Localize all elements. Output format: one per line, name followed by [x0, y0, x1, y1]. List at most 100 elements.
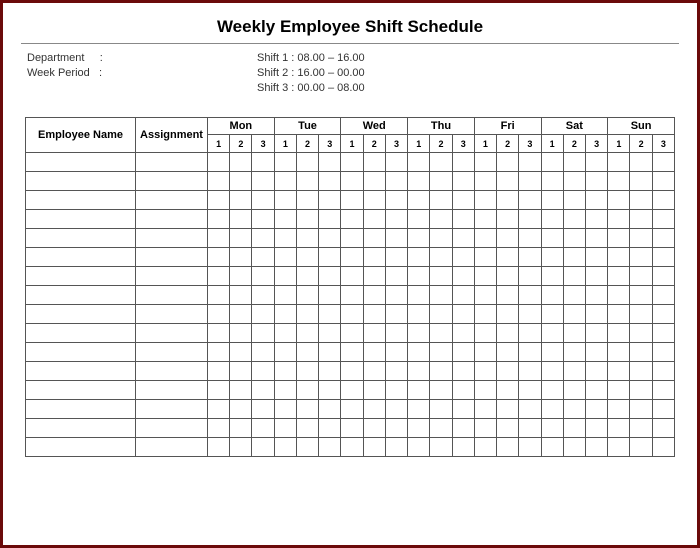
cell-shift[interactable] [208, 362, 230, 381]
cell-shift[interactable] [430, 267, 452, 286]
cell-shift[interactable] [608, 210, 630, 229]
cell-employee-name[interactable] [26, 419, 136, 438]
cell-shift[interactable] [274, 172, 296, 191]
cell-shift[interactable] [341, 286, 363, 305]
cell-shift[interactable] [541, 362, 563, 381]
cell-shift[interactable] [452, 305, 474, 324]
cell-shift[interactable] [363, 286, 385, 305]
cell-shift[interactable] [519, 324, 541, 343]
cell-assignment[interactable] [136, 362, 208, 381]
cell-shift[interactable] [474, 248, 496, 267]
cell-shift[interactable] [497, 419, 519, 438]
cell-shift[interactable] [385, 438, 407, 457]
cell-shift[interactable] [452, 324, 474, 343]
cell-shift[interactable] [408, 191, 430, 210]
cell-shift[interactable] [585, 153, 607, 172]
cell-shift[interactable] [274, 419, 296, 438]
cell-shift[interactable] [608, 362, 630, 381]
cell-shift[interactable] [630, 343, 652, 362]
cell-shift[interactable] [363, 419, 385, 438]
cell-shift[interactable] [563, 305, 585, 324]
cell-shift[interactable] [497, 438, 519, 457]
cell-shift[interactable] [497, 267, 519, 286]
cell-assignment[interactable] [136, 419, 208, 438]
cell-shift[interactable] [541, 343, 563, 362]
cell-shift[interactable] [652, 210, 674, 229]
cell-shift[interactable] [319, 343, 341, 362]
cell-shift[interactable] [408, 286, 430, 305]
cell-shift[interactable] [363, 305, 385, 324]
cell-shift[interactable] [519, 210, 541, 229]
cell-shift[interactable] [563, 210, 585, 229]
cell-shift[interactable] [319, 191, 341, 210]
cell-shift[interactable] [608, 172, 630, 191]
cell-shift[interactable] [608, 381, 630, 400]
cell-shift[interactable] [519, 438, 541, 457]
cell-shift[interactable] [474, 419, 496, 438]
cell-shift[interactable] [319, 229, 341, 248]
cell-assignment[interactable] [136, 324, 208, 343]
cell-shift[interactable] [230, 400, 252, 419]
cell-shift[interactable] [319, 153, 341, 172]
cell-shift[interactable] [563, 324, 585, 343]
cell-shift[interactable] [363, 172, 385, 191]
cell-shift[interactable] [652, 305, 674, 324]
cell-shift[interactable] [319, 248, 341, 267]
cell-shift[interactable] [385, 400, 407, 419]
cell-shift[interactable] [296, 419, 318, 438]
cell-shift[interactable] [274, 153, 296, 172]
cell-shift[interactable] [541, 419, 563, 438]
cell-shift[interactable] [474, 210, 496, 229]
cell-shift[interactable] [541, 248, 563, 267]
cell-shift[interactable] [452, 153, 474, 172]
cell-shift[interactable] [430, 438, 452, 457]
cell-shift[interactable] [497, 153, 519, 172]
cell-shift[interactable] [385, 191, 407, 210]
cell-shift[interactable] [541, 172, 563, 191]
cell-shift[interactable] [452, 438, 474, 457]
cell-shift[interactable] [608, 438, 630, 457]
cell-shift[interactable] [341, 324, 363, 343]
cell-shift[interactable] [252, 172, 274, 191]
cell-shift[interactable] [363, 343, 385, 362]
cell-shift[interactable] [296, 343, 318, 362]
cell-shift[interactable] [585, 324, 607, 343]
cell-shift[interactable] [363, 381, 385, 400]
cell-shift[interactable] [608, 343, 630, 362]
cell-shift[interactable] [208, 305, 230, 324]
cell-shift[interactable] [541, 153, 563, 172]
cell-shift[interactable] [563, 229, 585, 248]
cell-shift[interactable] [608, 191, 630, 210]
cell-shift[interactable] [274, 324, 296, 343]
cell-shift[interactable] [208, 419, 230, 438]
cell-shift[interactable] [296, 286, 318, 305]
cell-shift[interactable] [341, 381, 363, 400]
cell-shift[interactable] [341, 267, 363, 286]
cell-shift[interactable] [408, 400, 430, 419]
cell-shift[interactable] [363, 248, 385, 267]
cell-shift[interactable] [541, 400, 563, 419]
cell-shift[interactable] [541, 286, 563, 305]
cell-shift[interactable] [652, 153, 674, 172]
cell-shift[interactable] [630, 172, 652, 191]
cell-shift[interactable] [274, 248, 296, 267]
cell-shift[interactable] [630, 324, 652, 343]
cell-shift[interactable] [385, 172, 407, 191]
cell-shift[interactable] [652, 362, 674, 381]
cell-assignment[interactable] [136, 210, 208, 229]
cell-shift[interactable] [319, 267, 341, 286]
cell-shift[interactable] [430, 248, 452, 267]
cell-shift[interactable] [563, 438, 585, 457]
cell-shift[interactable] [274, 229, 296, 248]
cell-shift[interactable] [230, 381, 252, 400]
cell-shift[interactable] [474, 172, 496, 191]
cell-shift[interactable] [230, 362, 252, 381]
cell-shift[interactable] [585, 229, 607, 248]
cell-shift[interactable] [252, 400, 274, 419]
cell-shift[interactable] [363, 400, 385, 419]
cell-shift[interactable] [630, 267, 652, 286]
cell-shift[interactable] [319, 438, 341, 457]
cell-shift[interactable] [230, 267, 252, 286]
cell-shift[interactable] [408, 362, 430, 381]
cell-shift[interactable] [630, 191, 652, 210]
